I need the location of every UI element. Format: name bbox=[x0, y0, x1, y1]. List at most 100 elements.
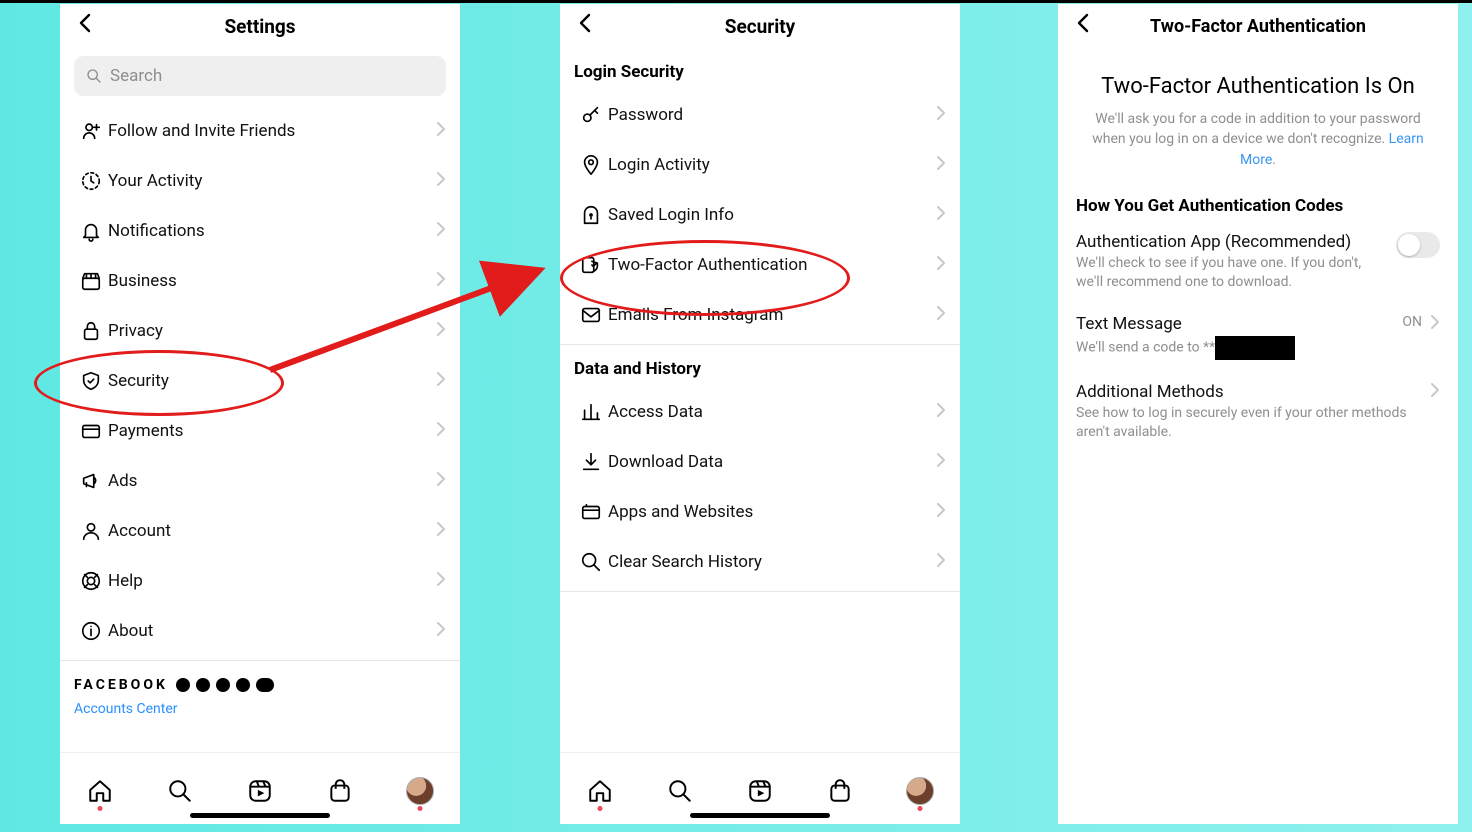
settings-header: Settings bbox=[60, 4, 460, 48]
tab-search[interactable] bbox=[158, 769, 202, 813]
settings-row-person[interactable]: Account bbox=[60, 506, 460, 556]
invite-icon bbox=[80, 120, 102, 142]
security-row-bars[interactable]: Access Data bbox=[560, 387, 960, 437]
tab-search[interactable] bbox=[658, 769, 702, 813]
tab-shop[interactable] bbox=[818, 769, 862, 813]
row-icon bbox=[574, 401, 608, 423]
row-chevron bbox=[936, 452, 946, 473]
search-icon bbox=[86, 68, 102, 84]
settings-row-help[interactable]: Help bbox=[60, 556, 460, 606]
security-row-shield2[interactable]: Two-Factor Authentication bbox=[560, 240, 960, 290]
security-panel: Security Login SecurityPasswordLogin Act… bbox=[560, 4, 960, 824]
reels-icon bbox=[747, 778, 773, 804]
home-indicator bbox=[190, 813, 330, 818]
security-row-keyhole[interactable]: Saved Login Info bbox=[560, 190, 960, 240]
security-row-key[interactable]: Password bbox=[560, 90, 960, 140]
settings-row-info[interactable]: About bbox=[60, 606, 460, 656]
settings-row-lock[interactable]: Privacy bbox=[60, 306, 460, 356]
chevron-right-icon bbox=[936, 105, 946, 121]
search-icon bbox=[167, 778, 193, 804]
auth-option-row[interactable]: Authentication App (Recommended)We'll ch… bbox=[1058, 224, 1458, 306]
pin-icon bbox=[580, 154, 602, 176]
tab-profile[interactable] bbox=[398, 769, 442, 813]
lock-icon bbox=[80, 320, 102, 342]
row-icon bbox=[574, 104, 608, 126]
settings-row-megaphone[interactable]: Ads bbox=[60, 456, 460, 506]
key-icon bbox=[580, 104, 602, 126]
tab-bar bbox=[560, 752, 960, 824]
chevron-right-icon bbox=[436, 271, 446, 287]
settings-row-activity[interactable]: Your Activity bbox=[60, 156, 460, 206]
back-button[interactable] bbox=[68, 13, 102, 39]
chevron-right-icon bbox=[436, 371, 446, 387]
row-icon bbox=[74, 220, 108, 242]
row-label: Privacy bbox=[108, 321, 436, 341]
row-chevron bbox=[436, 271, 446, 292]
settings-row-shop[interactable]: Business bbox=[60, 256, 460, 306]
mail-icon bbox=[580, 304, 602, 326]
tab-home[interactable] bbox=[578, 769, 622, 813]
settings-row-invite[interactable]: Follow and Invite Friends bbox=[60, 106, 460, 156]
auth-option-row[interactable]: Additional MethodsSee how to log in secu… bbox=[1058, 374, 1458, 456]
tab-shop[interactable] bbox=[318, 769, 362, 813]
row-chevron bbox=[936, 255, 946, 276]
row-label: Emails From Instagram bbox=[608, 305, 936, 325]
row-chevron bbox=[436, 221, 446, 242]
row-chevron bbox=[936, 305, 946, 326]
shop-icon bbox=[827, 778, 853, 804]
tab-profile[interactable] bbox=[898, 769, 942, 813]
settings-row-shield[interactable]: Security bbox=[60, 356, 460, 406]
chevron-right-icon bbox=[936, 255, 946, 271]
section-title: Data and History bbox=[560, 345, 960, 387]
shop-icon bbox=[327, 778, 353, 804]
row-chevron bbox=[436, 521, 446, 542]
row-icon bbox=[74, 470, 108, 492]
row-label: Saved Login Info bbox=[608, 205, 936, 225]
info-icon bbox=[80, 620, 102, 642]
tab-home[interactable] bbox=[78, 769, 122, 813]
security-title: Security bbox=[602, 15, 918, 38]
settings-row-bell[interactable]: Notifications bbox=[60, 206, 460, 256]
auth-option-row[interactable]: Text MessageWe'll send a code to **ON bbox=[1058, 306, 1458, 374]
two-factor-title: Two-Factor Authentication bbox=[1100, 16, 1416, 37]
shield2-icon bbox=[580, 254, 602, 276]
row-icon bbox=[574, 254, 608, 276]
row-chevron bbox=[436, 371, 446, 392]
card-icon bbox=[80, 420, 102, 442]
chevron-right-icon bbox=[436, 621, 446, 637]
chevron-right-icon bbox=[436, 521, 446, 537]
chevron-right-icon bbox=[436, 571, 446, 587]
security-row-download[interactable]: Download Data bbox=[560, 437, 960, 487]
row-icon bbox=[74, 370, 108, 392]
home-icon bbox=[87, 778, 113, 804]
home-icon bbox=[587, 778, 613, 804]
search-placeholder: Search bbox=[110, 66, 162, 86]
settings-row-card[interactable]: Payments bbox=[60, 406, 460, 456]
toggle-switch[interactable] bbox=[1396, 232, 1440, 258]
security-row-pin[interactable]: Login Activity bbox=[560, 140, 960, 190]
back-button[interactable] bbox=[1066, 13, 1100, 39]
row-label: Access Data bbox=[608, 402, 936, 422]
two-factor-subtext: We'll ask you for a code in addition to … bbox=[1058, 109, 1458, 170]
accounts-center-link[interactable]: Accounts Center bbox=[60, 695, 460, 717]
divider bbox=[560, 591, 960, 592]
search-input[interactable]: Search bbox=[74, 56, 446, 96]
row-label: Apps and Websites bbox=[608, 502, 936, 522]
security-row-mail[interactable]: Emails From Instagram bbox=[560, 290, 960, 340]
option-control bbox=[1396, 232, 1440, 258]
row-chevron bbox=[436, 621, 446, 642]
row-icon bbox=[74, 420, 108, 442]
option-control bbox=[1430, 382, 1440, 398]
security-row-apps[interactable]: Apps and Websites bbox=[560, 487, 960, 537]
row-chevron bbox=[436, 571, 446, 592]
back-button[interactable] bbox=[568, 13, 602, 39]
security-row-searchx[interactable]: Clear Search History bbox=[560, 537, 960, 587]
person-icon bbox=[80, 520, 102, 542]
tab-reels[interactable] bbox=[238, 769, 282, 813]
row-icon bbox=[74, 270, 108, 292]
search-icon bbox=[667, 778, 693, 804]
home-indicator bbox=[690, 813, 830, 818]
tab-reels[interactable] bbox=[738, 769, 782, 813]
option-title: Text Message bbox=[1076, 314, 1394, 334]
chevron-right-icon bbox=[436, 221, 446, 237]
